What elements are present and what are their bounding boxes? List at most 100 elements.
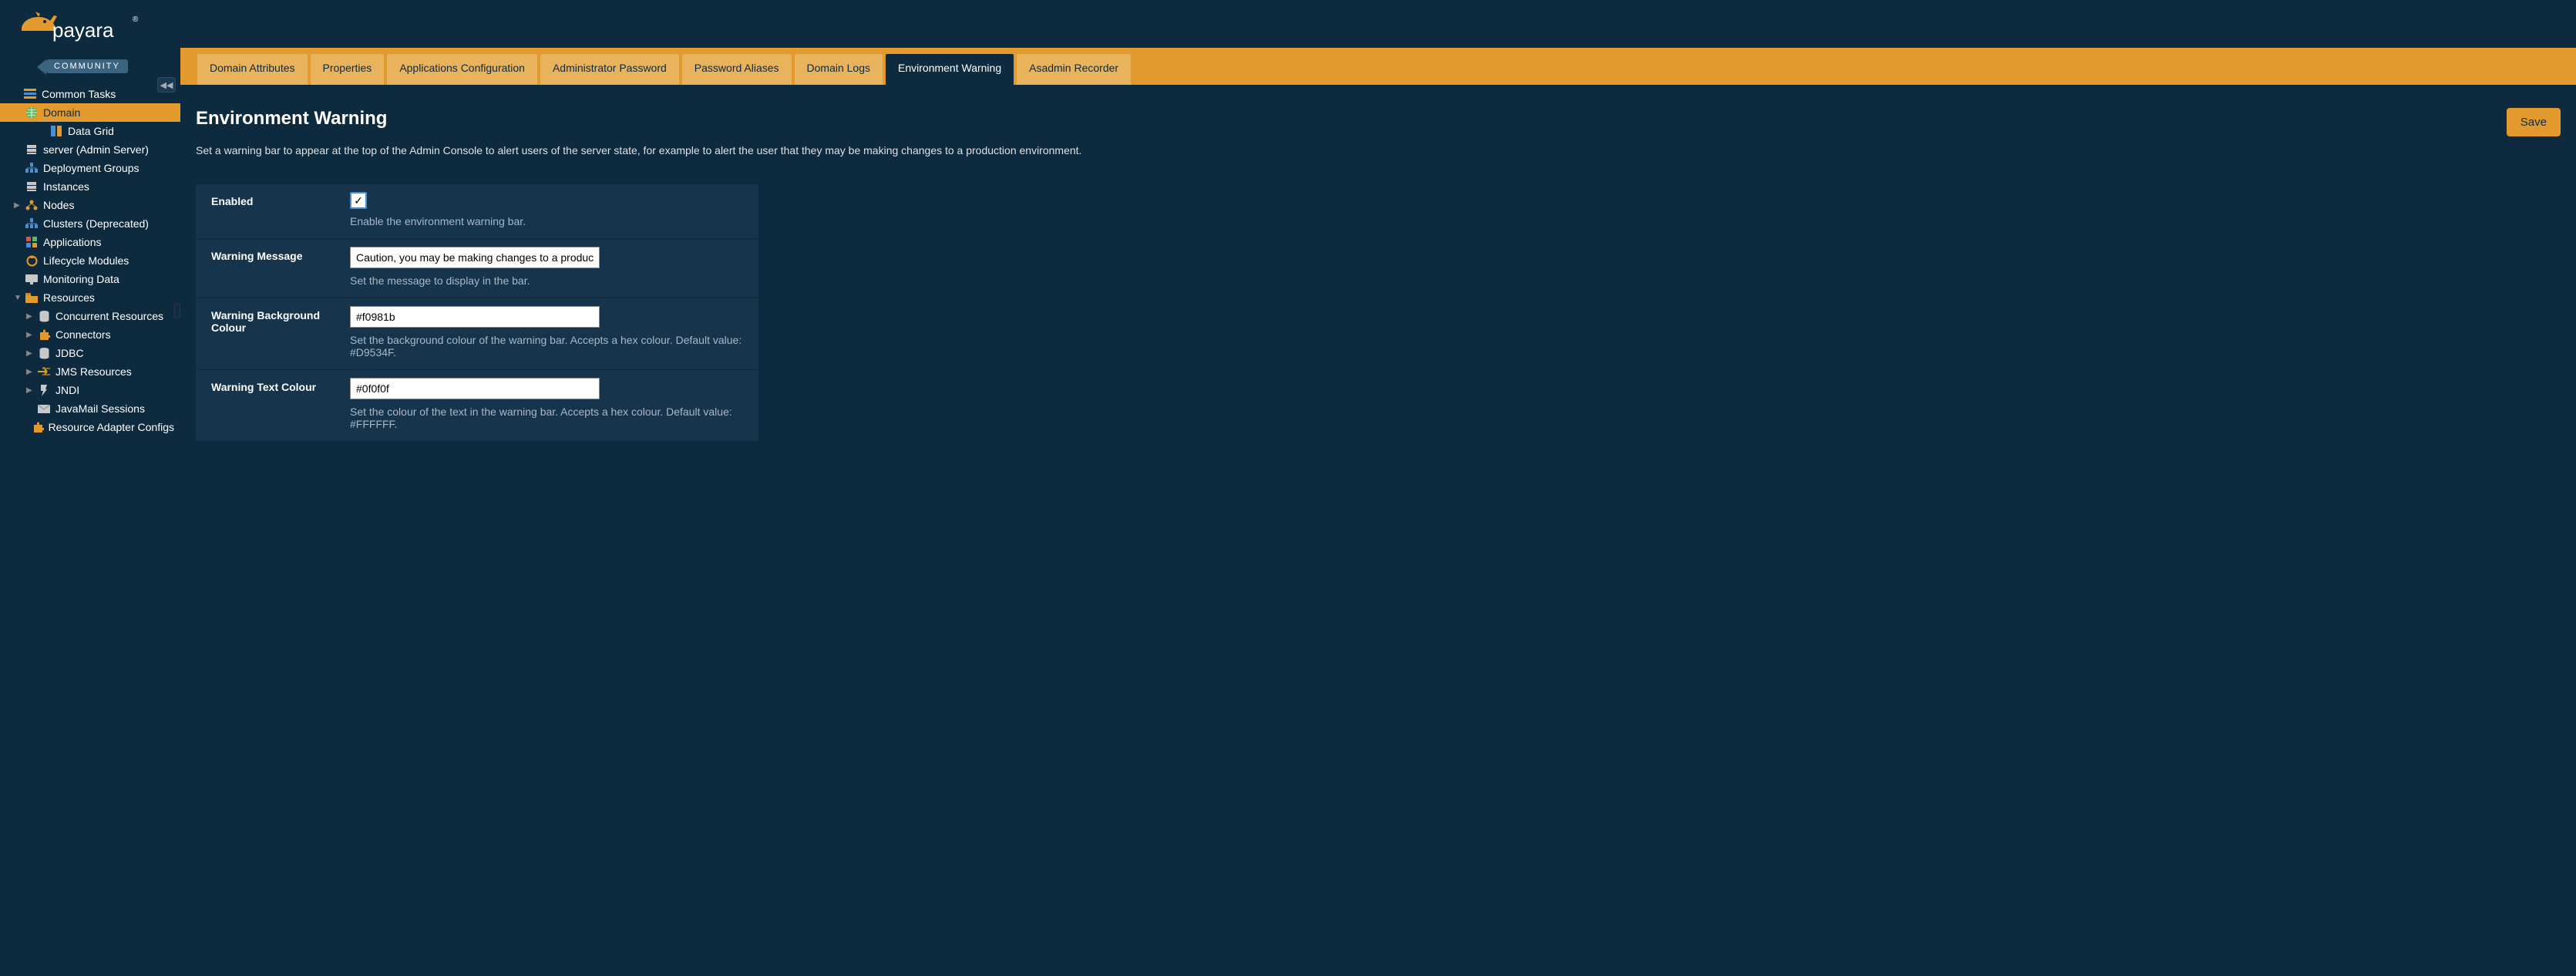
sidebar-item-jndi[interactable]: ▶ JNDI	[0, 381, 180, 399]
sidebar-item-concurrent-resources[interactable]: ▶ Concurrent Resources	[0, 307, 180, 325]
collapse-icon: ◀◀	[160, 80, 173, 90]
expand-icon[interactable]: ▶	[26, 312, 35, 321]
sidebar-item-label: JavaMail Sessions	[55, 402, 145, 415]
enabled-label: Enabled	[196, 184, 350, 238]
form-row-bg-colour: Warning Background Colour Set the backgr…	[196, 298, 758, 370]
page-title: Environment Warning	[196, 108, 387, 130]
header: payara ® COMMUNITY Domain AttributesProp…	[0, 0, 2576, 85]
expand-icon[interactable]: ▶	[26, 331, 35, 339]
sidebar-item-applications[interactable]: Applications	[0, 233, 180, 251]
sidebar-item-resources[interactable]: ▼ Resources	[0, 288, 180, 307]
tab-properties[interactable]: Properties	[311, 54, 385, 85]
enabled-help: Enable the environment warning bar.	[350, 215, 745, 227]
expand-icon[interactable]: ▶	[26, 386, 35, 395]
sidebar-item-data-grid[interactable]: Data Grid	[0, 122, 180, 140]
nodes-icon	[25, 199, 39, 211]
sidebar-item-jdbc[interactable]: ▶ JDBC	[0, 344, 180, 362]
svg-text:payara: payara	[52, 19, 114, 42]
logo-area: payara ® COMMUNITY	[0, 0, 180, 81]
tab-administrator-password[interactable]: Administrator Password	[540, 54, 679, 85]
db-icon	[37, 347, 51, 359]
tabbar: Domain AttributesPropertiesApplications …	[180, 48, 2576, 85]
sidebar-item-javamail-sessions[interactable]: JavaMail Sessions	[0, 399, 180, 418]
sidebar-item-clusters-deprecated-[interactable]: Clusters (Deprecated)	[0, 214, 180, 233]
text-colour-help: Set the colour of the text in the warnin…	[350, 406, 745, 430]
monitor-icon	[25, 273, 39, 285]
mail-icon	[37, 402, 51, 415]
sidebar-item-label: Deployment Groups	[43, 162, 140, 174]
tab-domain-attributes[interactable]: Domain Attributes	[197, 54, 308, 85]
sidebar-item-label: JDBC	[55, 347, 84, 359]
grid-icon	[49, 125, 63, 137]
sidebar-item-domain[interactable]: ▼Domain	[0, 103, 180, 122]
expand-icon[interactable]: ▼	[14, 109, 23, 117]
sidebar-item-monitoring-data[interactable]: Monitoring Data	[0, 270, 180, 288]
form-row-enabled: Enabled ✓ Enable the environment warning…	[196, 184, 758, 239]
app-root: payara ® COMMUNITY Domain AttributesProp…	[0, 0, 2576, 976]
folder-icon	[25, 291, 39, 304]
tab-domain-logs[interactable]: Domain Logs	[795, 54, 883, 85]
sidebar-item-jms-resources[interactable]: ▶ JMS Resources	[0, 362, 180, 381]
sidebar-item-label: JMS Resources	[55, 365, 132, 378]
text-colour-input[interactable]	[350, 378, 600, 399]
svg-text:®: ®	[133, 15, 139, 24]
expand-icon[interactable]: ▶	[14, 201, 23, 210]
sidebar-root-common-tasks[interactable]: Common Tasks	[0, 85, 180, 103]
text-colour-label: Warning Text Colour	[196, 370, 350, 441]
sidebar-item-label: Monitoring Data	[43, 273, 119, 285]
db-icon	[37, 310, 51, 322]
sidebar-resizer[interactable]	[174, 304, 180, 318]
tab-applications-configuration[interactable]: Applications Configuration	[387, 54, 537, 85]
cluster-icon	[25, 217, 39, 230]
edition-badge: COMMUNITY	[46, 59, 128, 73]
sidebar-item-label: Concurrent Resources	[55, 310, 163, 322]
sidebar-item-label: Clusters (Deprecated)	[43, 217, 149, 230]
sidebar-item-resource-adapter-configs[interactable]: Resource Adapter Configs	[0, 418, 180, 436]
sidebar-item-label: Data Grid	[68, 125, 114, 137]
lifecycle-icon	[25, 254, 39, 267]
globe-icon	[25, 106, 39, 119]
tab-environment-warning[interactable]: Environment Warning	[886, 54, 1014, 85]
main-row: ◀◀ Common Tasks ▼DomainData Gridserver (…	[0, 85, 2576, 976]
bg-colour-input[interactable]	[350, 306, 600, 328]
sidebar-item-server-admin-server-[interactable]: server (Admin Server)	[0, 140, 180, 159]
tabbar-wrap: Domain AttributesPropertiesApplications …	[180, 0, 2576, 85]
sidebar-item-label: Connectors	[55, 328, 111, 341]
sidebar-item-label: Resource Adapter Configs	[49, 421, 174, 433]
page-description: Set a warning bar to appear at the top o…	[196, 144, 2561, 156]
sidebar-item-nodes[interactable]: ▶Nodes	[0, 196, 180, 214]
enabled-checkbox[interactable]: ✓	[350, 192, 367, 209]
settings-form: Enabled ✓ Enable the environment warning…	[196, 184, 758, 441]
jms-icon	[37, 365, 51, 378]
tab-password-aliases[interactable]: Password Aliases	[682, 54, 792, 85]
message-help: Set the message to display in the bar.	[350, 274, 745, 287]
server-icon	[25, 143, 39, 156]
save-button[interactable]: Save	[2507, 108, 2561, 136]
payara-logo: payara ® COMMUNITY	[15, 8, 180, 73]
sidebar-item-label: JNDI	[55, 384, 79, 396]
expand-icon[interactable]: ▶	[26, 368, 35, 376]
sidebar-item-lifecycle-modules[interactable]: Lifecycle Modules	[0, 251, 180, 270]
tab-asadmin-recorder[interactable]: Asadmin Recorder	[1017, 54, 1131, 85]
tasks-icon	[23, 88, 37, 100]
bg-colour-help: Set the background colour of the warning…	[350, 334, 745, 358]
sidebar-item-label: Resources	[43, 291, 95, 304]
apps-icon	[25, 236, 39, 248]
sidebar-item-instances[interactable]: Instances	[0, 177, 180, 196]
content-area: Environment Warning Save Set a warning b…	[180, 85, 2576, 976]
cluster-icon	[25, 162, 39, 174]
jndi-icon	[37, 384, 51, 396]
sidebar-item-label: Instances	[43, 180, 89, 193]
expand-icon[interactable]: ▶	[26, 349, 35, 358]
expand-icon[interactable]: ▼	[14, 294, 23, 302]
server-icon	[25, 180, 39, 193]
sidebar-item-deployment-groups[interactable]: Deployment Groups	[0, 159, 180, 177]
sidebar-collapse-button[interactable]: ◀◀	[157, 77, 176, 93]
sidebar-item-label: Applications	[43, 236, 102, 248]
sidebar-item-label: server (Admin Server)	[43, 143, 149, 156]
message-input[interactable]	[350, 247, 600, 268]
sidebar-root-label: Common Tasks	[42, 88, 116, 100]
sidebar-item-connectors[interactable]: ▶ Connectors	[0, 325, 180, 344]
form-row-message: Warning Message Set the message to displ…	[196, 239, 758, 298]
message-label: Warning Message	[196, 239, 350, 298]
